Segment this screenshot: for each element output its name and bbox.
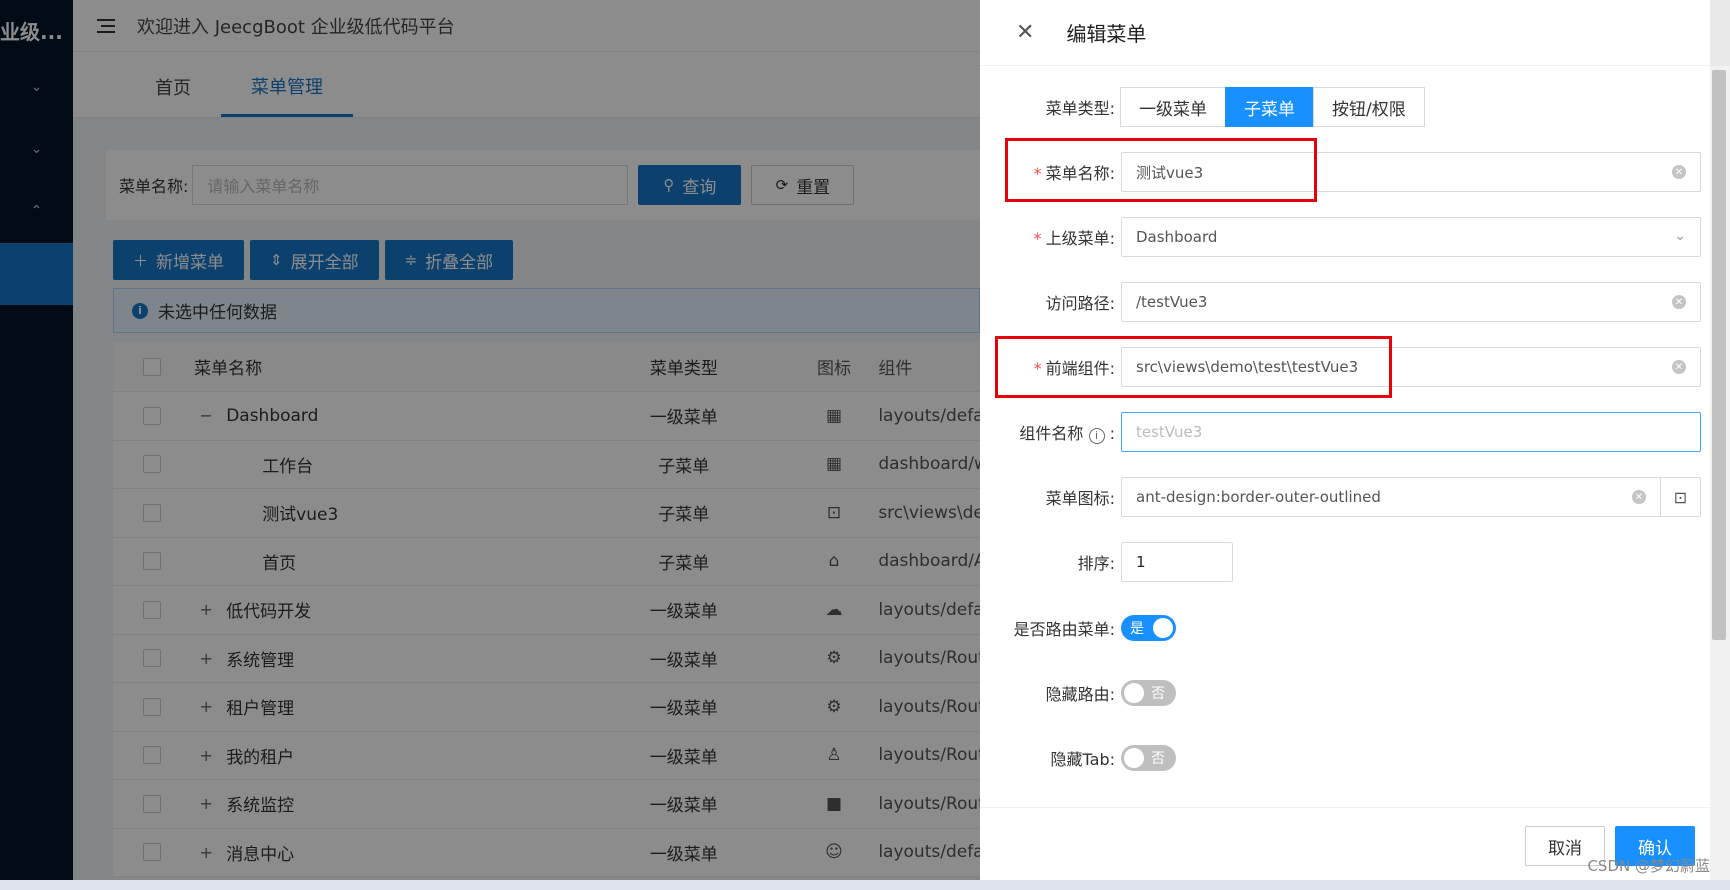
menu-type-row: 菜单类型: 一级菜单 子菜单 按钮/权限 [980, 87, 1425, 127]
clear-icon[interactable]: ✕ [1672, 295, 1686, 309]
clear-icon[interactable]: ✕ [1672, 360, 1686, 374]
watermark: CSDN @梦幻蔚蓝 [1587, 857, 1710, 875]
path-row: 访问路径: /testVue3 ✕ [980, 282, 1701, 322]
taskbar-strip [0, 880, 1730, 890]
icon-label: 菜单图标: [1045, 489, 1115, 508]
path-input[interactable]: /testVue3 ✕ [1121, 282, 1701, 322]
hide-tab-label: 隐藏Tab: [1050, 750, 1115, 769]
icon-picker-icon[interactable]: ⊡ [1660, 478, 1700, 516]
is-route-label: 是否路由菜单: [1013, 620, 1115, 639]
clear-icon[interactable]: ✕ [1632, 490, 1646, 504]
drawer-title: 编辑菜单 [1066, 22, 1147, 46]
parent-menu-select[interactable]: Dashboard ⌄ [1121, 217, 1701, 257]
icon-input[interactable]: ant-design:border-outer-outlined ✕ ⊡ [1121, 477, 1701, 517]
hide-route-switch[interactable]: 否 [1121, 680, 1176, 706]
icon-row: 菜单图标: ant-design:border-outer-outlined ✕… [980, 477, 1701, 517]
parent-menu-label: 上级菜单: [1045, 229, 1115, 248]
is-route-switch[interactable]: 是 [1121, 615, 1176, 641]
scrollbar-thumb[interactable] [1712, 70, 1726, 640]
hide-tab-switch[interactable]: 否 [1121, 745, 1176, 771]
edit-menu-drawer: ✕ 编辑菜单 菜单类型: 一级菜单 子菜单 按钮/权限 * 菜单名称: 测试vue… [980, 0, 1710, 880]
highlight-box [1005, 138, 1317, 202]
hide-tab-row: 隐藏Tab: 否 [980, 745, 1176, 771]
is-route-row: 是否路由菜单: 是 [980, 615, 1176, 641]
info-circle-icon[interactable]: i [1088, 428, 1105, 444]
close-icon[interactable]: ✕ [1016, 20, 1034, 45]
path-label: 访问路径: [1045, 294, 1115, 313]
menu-type-selector: 一级菜单 子菜单 按钮/权限 [1120, 87, 1425, 127]
clear-icon[interactable]: ✕ [1672, 165, 1686, 179]
menu-type-option[interactable]: 一级菜单 [1120, 87, 1226, 127]
sort-row: 排序: 1 [980, 542, 1233, 582]
hide-route-label: 隐藏路由: [1045, 685, 1115, 704]
chevron-down-icon: ⌄ [1674, 228, 1686, 244]
component-name-label: 组件名称 [1019, 424, 1084, 443]
parent-menu-row: * 上级菜单: Dashboard ⌄ [980, 217, 1701, 257]
highlight-box [995, 336, 1392, 398]
menu-type-option[interactable]: 按钮/权限 [1313, 87, 1425, 127]
sort-label: 排序: [1077, 554, 1115, 573]
component-name-input[interactable]: testVue3 [1121, 412, 1701, 452]
menu-type-label: 菜单类型: [1045, 99, 1115, 118]
modal-mask[interactable] [0, 0, 980, 880]
sort-input[interactable]: 1 [1121, 542, 1233, 582]
menu-type-option[interactable]: 子菜单 [1225, 87, 1314, 127]
component-name-row: 组件名称 i : testVue3 [980, 412, 1701, 452]
hide-route-row: 隐藏路由: 否 [980, 680, 1176, 706]
required-mark: * [1033, 229, 1042, 248]
